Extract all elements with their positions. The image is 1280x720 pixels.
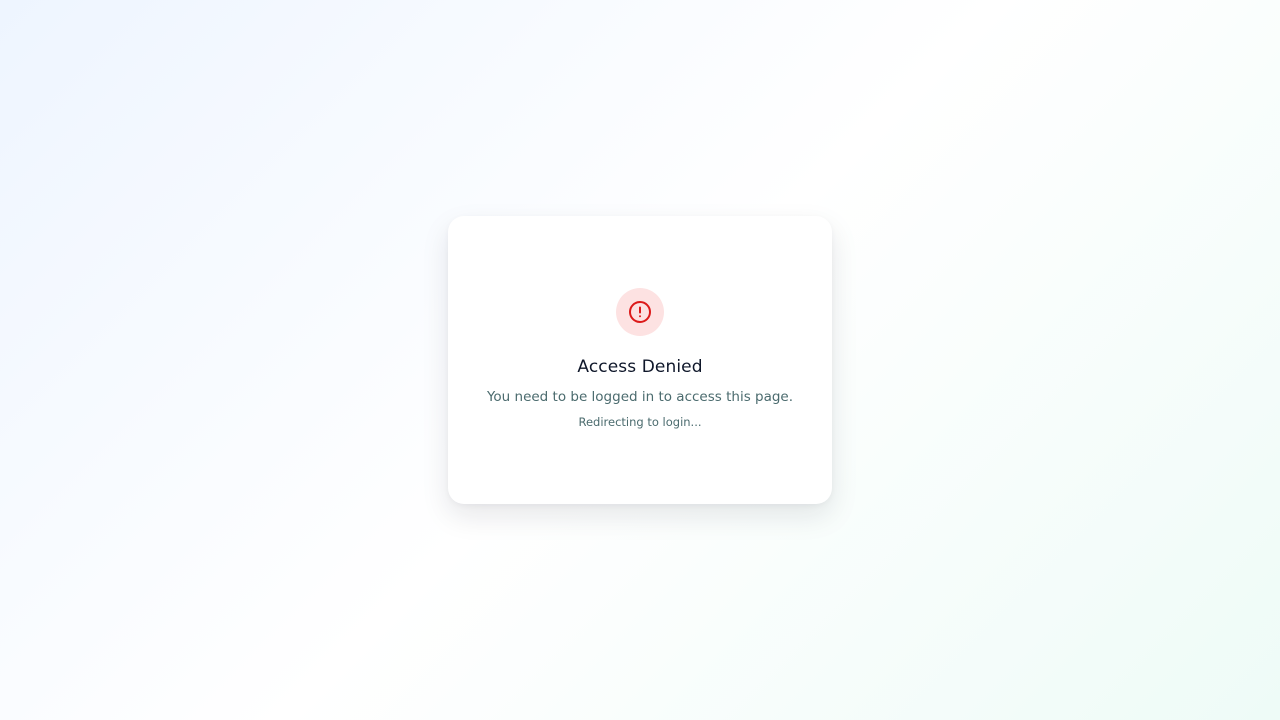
redirect-status: Redirecting to login... <box>578 415 702 429</box>
access-denied-card: Access Denied You need to be logged in t… <box>448 216 832 504</box>
access-message: You need to be logged in to access this … <box>486 389 794 405</box>
alert-circle-icon <box>629 301 651 323</box>
alert-icon-container <box>616 288 664 336</box>
page-title: Access Denied <box>577 357 703 377</box>
